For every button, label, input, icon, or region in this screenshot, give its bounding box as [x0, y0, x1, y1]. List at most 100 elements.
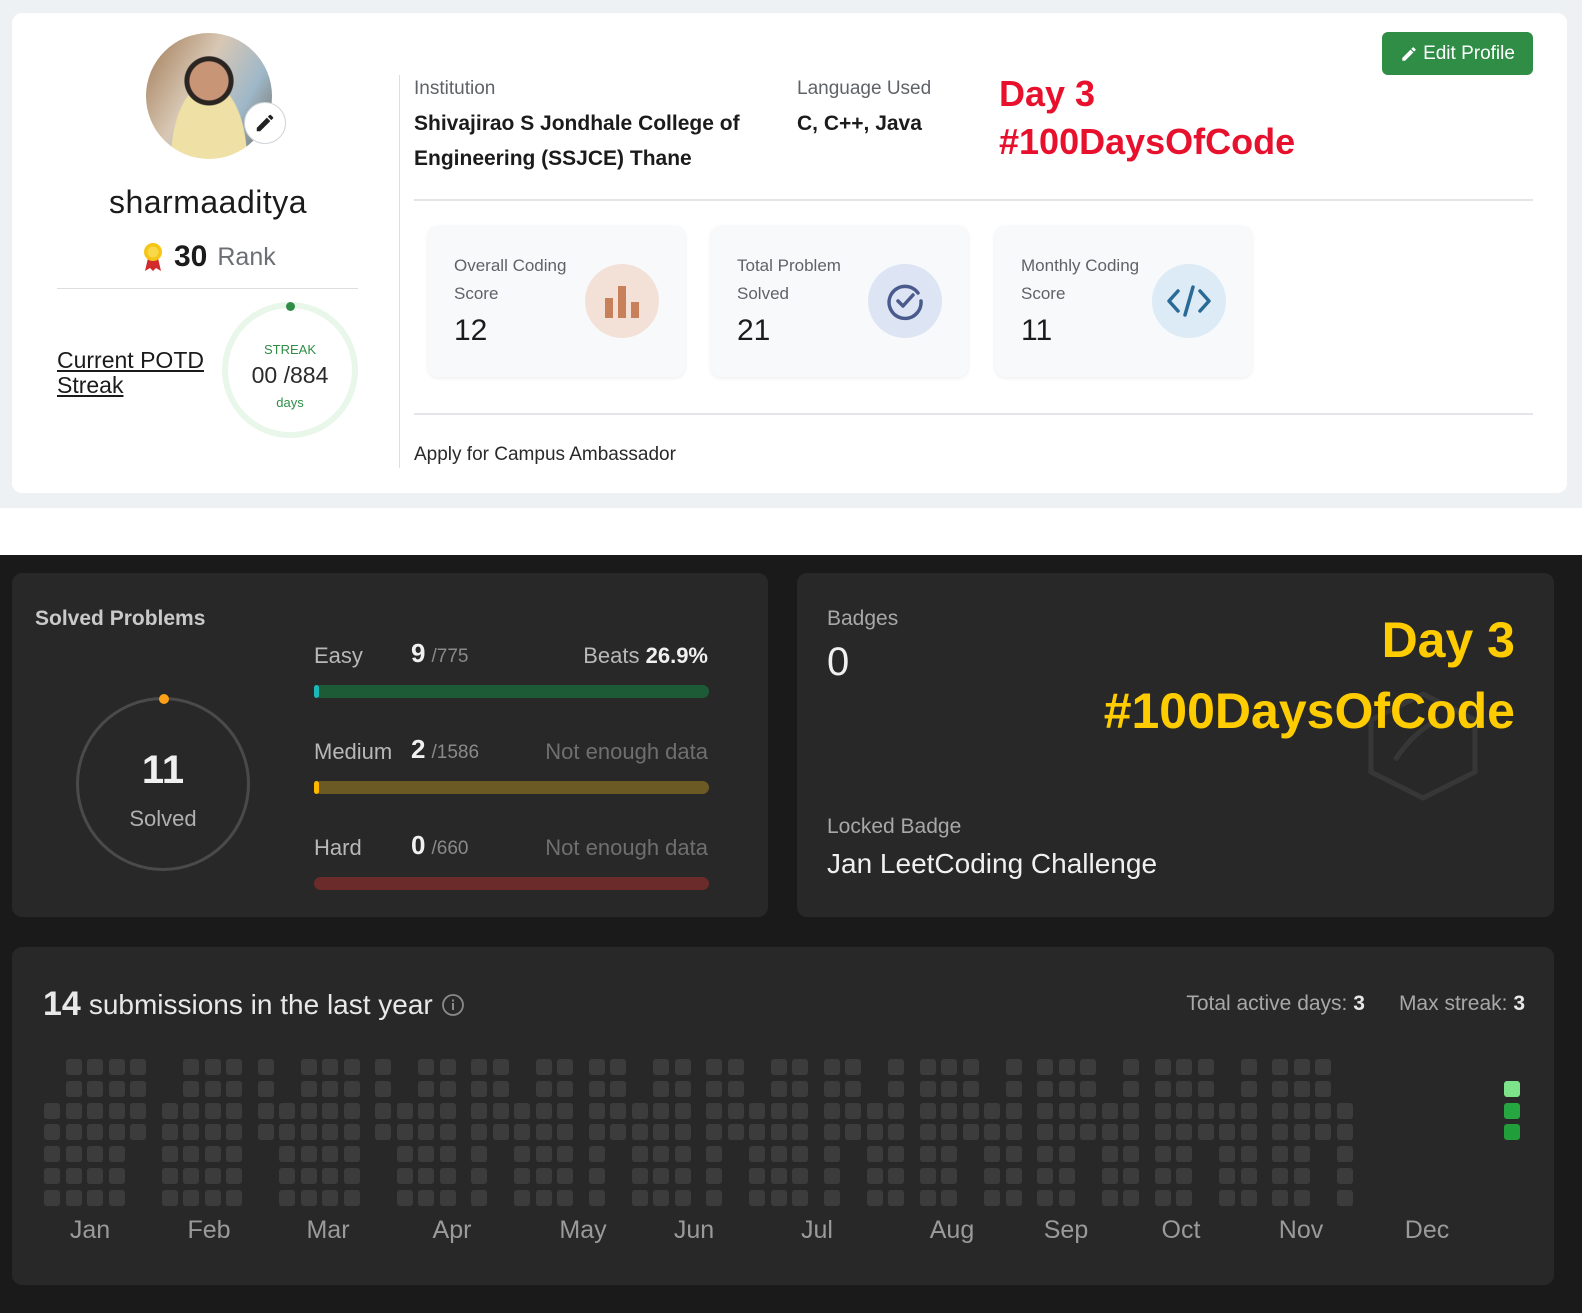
heatmap-cell[interactable]: [919, 1080, 936, 1097]
heatmap-cell[interactable]: [557, 1146, 573, 1163]
heatmap-cell[interactable]: [674, 1189, 691, 1206]
heatmap-cell[interactable]: [823, 1168, 840, 1184]
heatmap-cell[interactable]: [727, 1059, 744, 1075]
heatmap-cell[interactable]: [87, 1080, 103, 1097]
heatmap-cell[interactable]: [257, 1080, 274, 1097]
heatmap-cell[interactable]: [888, 1102, 904, 1119]
heatmap-cell[interactable]: [418, 1102, 434, 1119]
heatmap-cell[interactable]: [919, 1189, 936, 1206]
heatmap-cell[interactable]: [653, 1102, 669, 1119]
heatmap-cell[interactable]: [962, 1059, 979, 1075]
heatmap-cell[interactable]: [631, 1102, 648, 1119]
heatmap-cell[interactable]: [727, 1124, 744, 1141]
heatmap-cell[interactable]: [471, 1146, 487, 1163]
heatmap-cell[interactable]: [1037, 1146, 1053, 1163]
heatmap-cell[interactable]: [888, 1189, 904, 1206]
heatmap-cell[interactable]: [823, 1059, 840, 1075]
heatmap-cell[interactable]: [396, 1146, 413, 1163]
heatmap-cell[interactable]: [1219, 1102, 1235, 1119]
heatmap-cell[interactable]: [226, 1059, 242, 1075]
heatmap-cell[interactable]: [514, 1168, 530, 1184]
heatmap-cell[interactable]: [418, 1168, 434, 1184]
heatmap-cell[interactable]: [653, 1124, 669, 1141]
heatmap-cell[interactable]: [1315, 1059, 1331, 1075]
heatmap-cell[interactable]: [941, 1168, 957, 1184]
heatmap-cell[interactable]: [653, 1080, 669, 1097]
heatmap-cell[interactable]: [1154, 1080, 1171, 1097]
heatmap-cell[interactable]: [1240, 1124, 1257, 1141]
heatmap-cell[interactable]: [1154, 1168, 1171, 1184]
heatmap-cell[interactable]: [183, 1059, 199, 1075]
heatmap-cell[interactable]: [514, 1102, 530, 1119]
heatmap-cell[interactable]: [674, 1059, 691, 1075]
edit-profile-button[interactable]: Edit Profile: [1382, 32, 1533, 75]
heatmap-cell[interactable]: [1176, 1124, 1192, 1141]
heatmap-cell[interactable]: [610, 1124, 626, 1141]
heatmap-cell[interactable]: [984, 1146, 1000, 1163]
heatmap-cell[interactable]: [279, 1168, 295, 1184]
heatmap-cell[interactable]: [439, 1102, 456, 1119]
heatmap-cell[interactable]: [631, 1168, 648, 1184]
heatmap-cell[interactable]: [300, 1102, 317, 1119]
heatmap-cell[interactable]: [1005, 1146, 1022, 1163]
heatmap-cell[interactable]: [631, 1124, 648, 1141]
heatmap-cell[interactable]: [130, 1124, 146, 1141]
heatmap-cell[interactable]: [108, 1102, 125, 1119]
heatmap-cell[interactable]: [343, 1168, 360, 1184]
heatmap-cell[interactable]: [87, 1059, 103, 1075]
heatmap-cell[interactable]: [749, 1189, 765, 1206]
heatmap-cell[interactable]: [588, 1080, 605, 1097]
heatmap-cell[interactable]: [770, 1080, 787, 1097]
heatmap-cell[interactable]: [674, 1168, 691, 1184]
heatmap-cell[interactable]: [375, 1124, 391, 1141]
heatmap-cell[interactable]: [792, 1124, 808, 1141]
heatmap-cell[interactable]: [87, 1168, 103, 1184]
heatmap-cell[interactable]: [418, 1124, 434, 1141]
heatmap-cell[interactable]: [1123, 1124, 1139, 1141]
heatmap-cell[interactable]: [300, 1168, 317, 1184]
heatmap-cell[interactable]: [919, 1059, 936, 1075]
heatmap-cell[interactable]: [396, 1189, 413, 1206]
heatmap-cell[interactable]: [44, 1168, 60, 1184]
heatmap-cell[interactable]: [65, 1059, 82, 1075]
heatmap-cell[interactable]: [108, 1059, 125, 1075]
heatmap-cell[interactable]: [439, 1168, 456, 1184]
heatmap-cell[interactable]: [396, 1124, 413, 1141]
heatmap-cell[interactable]: [204, 1059, 221, 1075]
heatmap-cell[interactable]: [674, 1124, 691, 1141]
heatmap-cell[interactable]: [343, 1102, 360, 1119]
heatmap-cell[interactable]: [204, 1124, 221, 1141]
heatmap-cell[interactable]: [1293, 1102, 1310, 1119]
heatmap-cell[interactable]: [674, 1102, 691, 1119]
heatmap-cell[interactable]: [343, 1189, 360, 1206]
heatmap-cell[interactable]: [535, 1102, 552, 1119]
heatmap-cell[interactable]: [1293, 1059, 1310, 1075]
heatmap-cell[interactable]: [1219, 1124, 1235, 1141]
heatmap-cell[interactable]: [792, 1189, 808, 1206]
heatmap-cell[interactable]: [322, 1102, 338, 1119]
heatmap-cell[interactable]: [183, 1102, 199, 1119]
heatmap-cell[interactable]: [1240, 1102, 1257, 1119]
heatmap-cell[interactable]: [514, 1146, 530, 1163]
avatar-edit-button[interactable]: [244, 102, 286, 144]
heatmap-cell[interactable]: [823, 1189, 840, 1206]
heatmap-cell[interactable]: [375, 1102, 391, 1119]
heatmap-cell[interactable]: [674, 1080, 691, 1097]
heatmap-cell[interactable]: [866, 1124, 883, 1141]
heatmap-cell[interactable]: [535, 1080, 552, 1097]
heatmap-cell[interactable]: [1219, 1168, 1235, 1184]
heatmap-cell[interactable]: [1123, 1189, 1139, 1206]
heatmap-cell[interactable]: [257, 1102, 274, 1119]
heatmap-cell[interactable]: [65, 1102, 82, 1119]
info-icon[interactable]: [441, 993, 465, 1017]
heatmap-cell[interactable]: [343, 1124, 360, 1141]
heatmap-cell[interactable]: [1005, 1059, 1022, 1075]
heatmap-cell[interactable]: [1336, 1189, 1353, 1206]
heatmap-cell[interactable]: [888, 1080, 904, 1097]
heatmap-cell[interactable]: [471, 1059, 487, 1075]
heatmap-cell[interactable]: [343, 1059, 360, 1075]
heatmap-cell[interactable]: [706, 1168, 722, 1184]
heatmap-cell[interactable]: [1101, 1102, 1118, 1119]
heatmap-cell[interactable]: [439, 1146, 456, 1163]
heatmap-cell[interactable]: [984, 1102, 1000, 1119]
